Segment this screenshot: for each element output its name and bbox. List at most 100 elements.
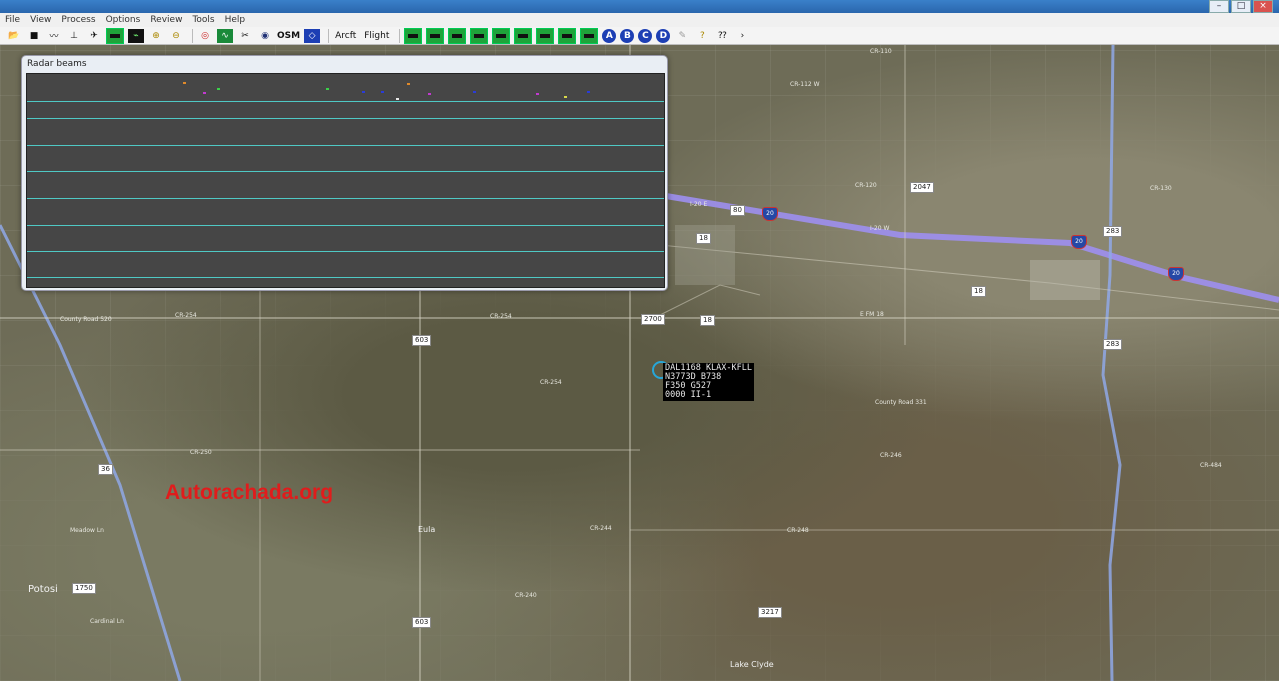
road-label: CR-240 bbox=[515, 592, 537, 599]
interstate-shield: 20 bbox=[762, 207, 778, 221]
beam-1-icon[interactable] bbox=[404, 27, 423, 44]
flight-squawk: 0000 II-1 bbox=[665, 390, 712, 400]
menu-bar: File View Process Options Review Tools H… bbox=[0, 13, 1279, 27]
altitude-icon[interactable]: ⊥ bbox=[66, 29, 82, 43]
town-label: Eula bbox=[418, 525, 436, 534]
menu-tools[interactable]: Tools bbox=[187, 15, 219, 25]
beam-3-icon[interactable] bbox=[448, 27, 467, 44]
channel-a-button[interactable]: A bbox=[602, 28, 617, 43]
osm-button[interactable]: OSM bbox=[277, 29, 300, 43]
route-shield: 18 bbox=[700, 315, 715, 326]
radar-blip bbox=[326, 88, 329, 90]
radar-blip bbox=[473, 91, 476, 93]
radar-blip bbox=[428, 93, 431, 95]
menu-file[interactable]: File bbox=[0, 15, 25, 25]
road-label: CR-110 bbox=[870, 48, 892, 55]
radar-blip bbox=[536, 93, 539, 95]
toolbar-separator bbox=[328, 28, 330, 43]
menu-options[interactable]: Options bbox=[101, 15, 146, 25]
route-shield: 3217 bbox=[758, 607, 782, 618]
beam-9-icon[interactable] bbox=[580, 27, 599, 44]
channel-b-button[interactable]: B bbox=[620, 28, 635, 43]
radar-beams-panel[interactable] bbox=[26, 73, 665, 288]
route-shield: 2047 bbox=[910, 182, 934, 193]
radar-blip bbox=[564, 96, 567, 98]
road-label: County Road 520 bbox=[60, 316, 112, 323]
road-label: CR-244 bbox=[590, 525, 612, 532]
beam-5-icon[interactable] bbox=[492, 27, 511, 44]
tools-icon[interactable]: ✂ bbox=[237, 29, 253, 43]
menu-process[interactable]: Process bbox=[56, 15, 100, 25]
open-folder-icon[interactable]: 📂 bbox=[6, 29, 22, 43]
road-label: CR-254 bbox=[490, 313, 512, 320]
beam-6-icon[interactable] bbox=[514, 27, 533, 44]
radar-view-icon[interactable] bbox=[106, 27, 124, 44]
beam-line bbox=[27, 198, 664, 199]
interstate-shield: 20 bbox=[1071, 235, 1087, 249]
radar-blip bbox=[407, 83, 410, 85]
airplane-icon[interactable]: ✈ bbox=[86, 29, 102, 43]
aircraft-button[interactable]: Arcft bbox=[333, 29, 358, 43]
channel-d-button[interactable]: D bbox=[656, 28, 671, 43]
target-icon[interactable]: ◎ bbox=[197, 29, 213, 43]
beam-2-icon[interactable] bbox=[426, 27, 445, 44]
beam-7-icon[interactable] bbox=[536, 27, 555, 44]
road-label: CR-254 bbox=[540, 379, 562, 386]
menu-help[interactable]: Help bbox=[220, 15, 251, 25]
wave-icon[interactable]: 〰 bbox=[46, 29, 62, 43]
globe-icon[interactable]: ◉ bbox=[257, 29, 273, 43]
next-arrow-icon[interactable]: › bbox=[734, 29, 750, 43]
channel-c-button[interactable]: C bbox=[638, 28, 653, 43]
window-controls: – □ × bbox=[1209, 0, 1273, 13]
radar-blip bbox=[217, 88, 220, 90]
beam-line bbox=[27, 277, 664, 278]
route-shield: 18 bbox=[971, 286, 986, 297]
menu-view[interactable]: View bbox=[25, 15, 56, 25]
lake-label: Lake Clyde bbox=[730, 660, 774, 669]
road-label: CR-112 W bbox=[790, 81, 820, 88]
minimize-button[interactable]: – bbox=[1209, 0, 1229, 13]
road-label: I-20 E bbox=[690, 201, 708, 208]
route-shield: 603 bbox=[412, 617, 432, 628]
radar-blip bbox=[587, 91, 590, 93]
window-title-bar: – □ × bbox=[0, 0, 1279, 13]
beam-4-icon[interactable] bbox=[470, 27, 489, 44]
town-label: Potosi bbox=[28, 584, 58, 595]
filter-icon[interactable]: ∿ bbox=[217, 28, 233, 43]
road-label: Cardinal Ln bbox=[90, 618, 124, 625]
road-label: CR-248 bbox=[787, 527, 809, 534]
stop-icon[interactable]: ■ bbox=[26, 29, 42, 43]
beam-line bbox=[27, 101, 664, 102]
radar-blip bbox=[203, 92, 206, 94]
beam-line bbox=[27, 118, 664, 119]
help-icon[interactable]: ? bbox=[694, 29, 710, 43]
flight-data-block[interactable]: DAL1168 KLAX-KFLL N3773D B738 F350 G527 … bbox=[663, 363, 754, 401]
route-shield: 1750 bbox=[72, 583, 96, 594]
road-label: CR-250 bbox=[190, 449, 212, 456]
layers-icon[interactable]: ◇ bbox=[304, 28, 321, 43]
context-help-icon[interactable]: ⁇ bbox=[714, 29, 730, 43]
route-shield: 80 bbox=[730, 205, 745, 216]
maximize-button[interactable]: □ bbox=[1231, 0, 1251, 13]
zoom-out-icon[interactable]: ⊖ bbox=[168, 29, 184, 43]
road-label: CR-246 bbox=[880, 452, 902, 459]
beam-line bbox=[27, 251, 664, 252]
radar-blip bbox=[396, 98, 399, 100]
zoom-in-icon[interactable]: ⊕ bbox=[148, 29, 164, 43]
beam-8-icon[interactable] bbox=[558, 27, 577, 44]
route-shield: 2700 bbox=[641, 314, 665, 325]
beam-line bbox=[27, 171, 664, 172]
graph-icon[interactable]: ⌁ bbox=[128, 28, 144, 43]
road-label: I-20 W bbox=[870, 225, 890, 232]
route-shield: 36 bbox=[98, 464, 113, 475]
menu-review[interactable]: Review bbox=[145, 15, 187, 25]
flight-button[interactable]: Flight bbox=[362, 29, 391, 43]
toolbar: 📂 ■ 〰 ⊥ ✈ ⌁ ⊕ ⊖ ◎ ∿ ✂ ◉ OSM ◇ Arcft Flig… bbox=[0, 27, 1279, 45]
route-shield: 18 bbox=[696, 233, 711, 244]
road-label: CR-130 bbox=[1150, 185, 1172, 192]
pencil-icon[interactable]: ✎ bbox=[674, 29, 690, 43]
road-label: CR-120 bbox=[855, 182, 877, 189]
radar-beams-window[interactable]: Radar beams bbox=[21, 55, 668, 291]
road-label: CR-484 bbox=[1200, 462, 1222, 469]
close-button[interactable]: × bbox=[1253, 0, 1273, 13]
